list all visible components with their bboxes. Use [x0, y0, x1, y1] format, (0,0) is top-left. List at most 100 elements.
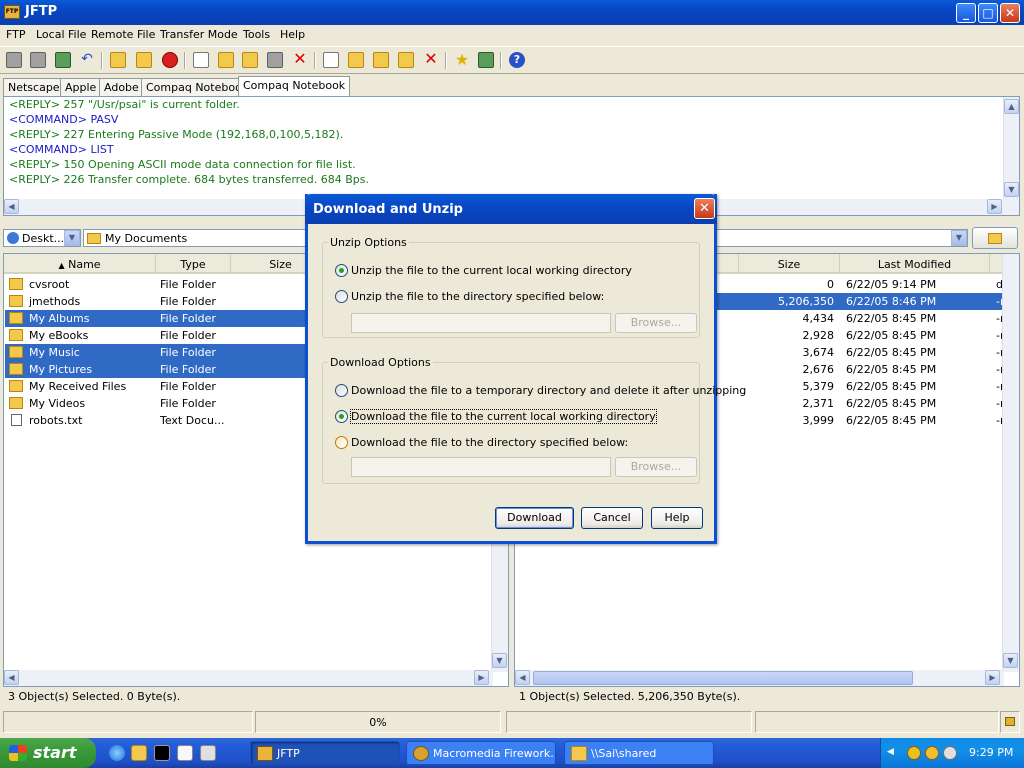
- menu-transfer-mode[interactable]: Transfer Mode: [160, 28, 238, 41]
- tab-netscape[interactable]: Netscape: [3, 78, 65, 96]
- local-rename-icon[interactable]: [267, 52, 283, 68]
- scroll-left-icon[interactable]: ◀: [4, 199, 19, 214]
- local-open-folder-icon[interactable]: [242, 52, 258, 68]
- remote-vertical-scrollbar[interactable]: ▼: [1002, 254, 1019, 672]
- menu-help[interactable]: Help: [280, 28, 305, 41]
- help-icon[interactable]: ?: [509, 52, 525, 68]
- local-status-text: 3 Object(s) Selected. 0 Byte(s).: [8, 690, 181, 703]
- local-new-file-icon[interactable]: [193, 52, 209, 68]
- download-button[interactable]: Download: [495, 507, 574, 529]
- menu-ftp[interactable]: FTP: [6, 28, 26, 41]
- scroll-right-icon[interactable]: ▶: [985, 670, 1000, 685]
- window-title-bar[interactable]: FTP JFTP _ □ ✕: [0, 0, 1024, 25]
- disconnect-icon[interactable]: [30, 52, 46, 68]
- unzip-directory-field[interactable]: [351, 313, 611, 333]
- security-shield-icon[interactable]: [907, 746, 921, 760]
- minimize-button[interactable]: _: [956, 3, 976, 23]
- scroll-down-icon[interactable]: ▼: [1003, 653, 1018, 668]
- scroll-right-icon[interactable]: ▶: [474, 670, 489, 685]
- download-directory-field[interactable]: [351, 457, 611, 477]
- column-header-size[interactable]: Size: [739, 254, 840, 274]
- dialog-title[interactable]: Download and Unzip: [305, 194, 717, 224]
- upload-folder-icon[interactable]: [110, 52, 126, 68]
- scroll-left-icon[interactable]: ◀: [4, 670, 19, 685]
- local-new-folder-icon[interactable]: [218, 52, 234, 68]
- scroll-right-icon[interactable]: ▶: [987, 199, 1002, 214]
- local-drive-select[interactable]: Deskt... ▼: [3, 229, 81, 247]
- download-browse-button[interactable]: Browse...: [615, 457, 697, 477]
- stop-icon[interactable]: [162, 52, 178, 68]
- menu-tools[interactable]: Tools: [243, 28, 270, 41]
- tab-adobe[interactable]: Adobe: [99, 78, 144, 96]
- chevron-down-icon[interactable]: ▼: [64, 230, 80, 246]
- remote-delete-icon[interactable]: ✕: [423, 51, 439, 68]
- file-name: My Received Files: [29, 380, 127, 393]
- tab-compaq-notebook-active[interactable]: Compaq Notebook: [238, 76, 351, 96]
- undo-icon[interactable]: ↶: [79, 52, 95, 68]
- start-button[interactable]: start: [0, 738, 96, 768]
- table-row[interactable]: My Pictures File Folder: [5, 361, 305, 378]
- dialog-close-button[interactable]: ✕: [694, 198, 715, 219]
- taskbar-task-fireworks[interactable]: Macromedia Firework...: [406, 741, 556, 765]
- log-vertical-scrollbar[interactable]: ▲ ▼: [1003, 97, 1019, 199]
- remote-open-folder-icon[interactable]: [373, 52, 389, 68]
- cancel-button[interactable]: Cancel: [581, 507, 643, 529]
- bookmark-star-icon[interactable]: ★: [454, 52, 470, 68]
- menu-local-file[interactable]: Local File: [36, 28, 86, 41]
- tab-compaq-notebook[interactable]: Compaq Notebook: [141, 78, 254, 96]
- notepad-icon[interactable]: [177, 745, 193, 761]
- column-header-name[interactable]: ▲ Name: [4, 254, 156, 274]
- folder-icon: [87, 233, 101, 244]
- maximize-button[interactable]: □: [978, 3, 998, 23]
- remote-rename-icon[interactable]: [398, 52, 414, 68]
- scroll-left-icon[interactable]: ◀: [515, 670, 530, 685]
- internet-explorer-icon[interactable]: [109, 745, 125, 761]
- remote-horizontal-scrollbar[interactable]: ◀ ▶: [515, 670, 1004, 686]
- file-type: File Folder: [160, 363, 216, 376]
- help-button[interactable]: Help: [651, 507, 703, 529]
- quick-launch-icon[interactable]: [200, 745, 216, 761]
- local-path-select[interactable]: My Documents: [83, 229, 309, 247]
- lock-icon: [1000, 711, 1020, 733]
- close-button[interactable]: ✕: [1000, 3, 1020, 23]
- download-folder-icon[interactable]: [136, 52, 152, 68]
- file-modified: 6/22/05 8:45 PM: [846, 363, 937, 376]
- messenger-icon[interactable]: [925, 746, 939, 760]
- file-size: 0: [827, 278, 834, 291]
- unzip-browse-button[interactable]: Browse...: [615, 313, 697, 333]
- scroll-up-icon[interactable]: ▲: [1004, 99, 1019, 114]
- scroll-thumb[interactable]: [533, 671, 913, 685]
- scroll-down-icon[interactable]: ▼: [492, 653, 507, 668]
- local-delete-icon[interactable]: ✕: [292, 51, 308, 68]
- chevron-left-icon[interactable]: ◀: [887, 747, 894, 757]
- scroll-down-icon[interactable]: ▼: [1004, 182, 1019, 197]
- system-tray: ◀ 9:29 PM: [880, 738, 1024, 768]
- tab-apple[interactable]: Apple: [60, 78, 102, 96]
- file-modified: 6/22/05 8:45 PM: [846, 329, 937, 342]
- jftp-app-icon: [257, 746, 273, 761]
- taskbar-task-shared[interactable]: \\Sai\shared: [564, 741, 714, 765]
- parent-folder-button[interactable]: [972, 227, 1018, 249]
- remote-status-text: 1 Object(s) Selected. 5,206,350 Byte(s).: [519, 690, 741, 703]
- remote-new-folder-icon[interactable]: [348, 52, 364, 68]
- command-prompt-icon[interactable]: [154, 745, 170, 761]
- table-row[interactable]: My Music File Folder: [5, 344, 305, 361]
- column-header-last-modified[interactable]: Last Modified: [840, 254, 990, 274]
- column-header-type[interactable]: Type: [156, 254, 231, 274]
- file-modified: 6/22/05 8:45 PM: [846, 414, 937, 427]
- menu-remote-file[interactable]: Remote File: [91, 28, 155, 41]
- log-icon[interactable]: [478, 52, 494, 68]
- up-folder-icon: [988, 233, 1002, 244]
- reconnect-icon[interactable]: [55, 52, 71, 68]
- remote-new-file-icon[interactable]: [323, 52, 339, 68]
- file-size: 3,999: [802, 414, 835, 427]
- volume-icon[interactable]: [943, 746, 957, 760]
- taskbar-task-jftp[interactable]: JFTP: [250, 741, 400, 765]
- chevron-down-icon[interactable]: ▼: [951, 230, 967, 246]
- connect-icon[interactable]: [6, 52, 22, 68]
- explorer-folder-icon[interactable]: [131, 745, 147, 761]
- table-row[interactable]: My Albums File Folder: [5, 310, 305, 327]
- remote-path-select[interactable]: ▼: [716, 229, 968, 247]
- status-panel: [506, 711, 752, 733]
- local-horizontal-scrollbar[interactable]: ◀ ▶: [4, 670, 493, 686]
